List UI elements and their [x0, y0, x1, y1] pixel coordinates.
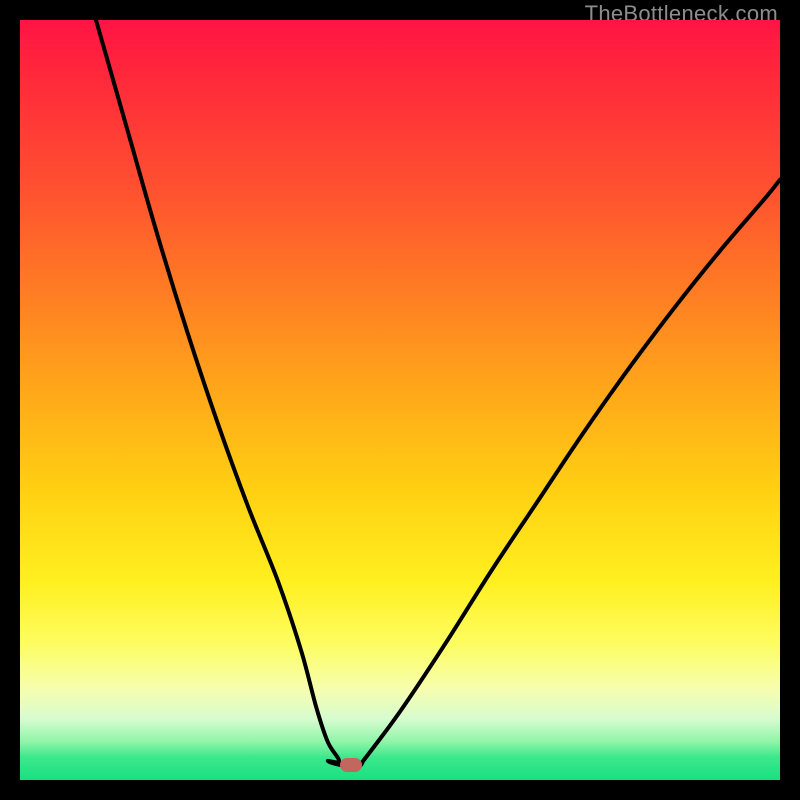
chart-frame: TheBottleneck.com [0, 0, 800, 800]
optimum-marker [340, 758, 362, 772]
plot-area [20, 20, 780, 780]
bottleneck-curve [20, 20, 780, 780]
